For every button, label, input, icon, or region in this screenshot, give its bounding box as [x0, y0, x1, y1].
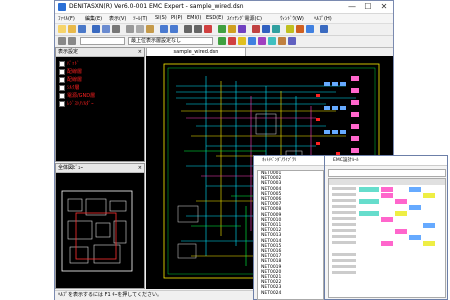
select-icon[interactable] — [58, 37, 66, 45]
net-icon[interactable] — [238, 25, 246, 33]
close-button[interactable]: ✕ — [377, 2, 391, 12]
overview-panel-close-button[interactable]: × — [138, 164, 142, 172]
refresh-icon[interactable] — [268, 37, 276, 45]
new-file-icon[interactable] — [58, 25, 66, 33]
layer-label: ｼﾙｸ層 — [67, 85, 80, 91]
overview-board-thumbnail — [61, 190, 133, 272]
rule-dialog: EMC設計ﾙｰﾙ — [324, 155, 448, 300]
layer-label: 配線層 — [67, 77, 83, 83]
layer-checkbox[interactable] — [59, 92, 65, 99]
layer-checkbox[interactable] — [59, 60, 65, 67]
paste-icon[interactable] — [146, 25, 154, 33]
layer-list: ﾊﾟｯﾄﾞ 配線層 配線層 ｼﾙｸ層 電源/GND層 ﾚｼﾞｽﾄ/ｿﾙﾀﾞｰ — [56, 57, 144, 161]
net-row[interactable]: NET0024 — [258, 291, 323, 296]
view3d-icon[interactable] — [258, 37, 266, 45]
menu-edit[interactable]: 編集(E) — [85, 15, 102, 22]
layer-item[interactable]: ﾚｼﾞｽﾄ/ｿﾙﾀﾞｰ — [59, 100, 94, 107]
highlight-icon[interactable] — [228, 25, 236, 33]
analysis-icon[interactable] — [272, 25, 280, 33]
layer-checkbox[interactable] — [59, 76, 65, 83]
menu-file[interactable]: ﾌｧｲﾙ(F) — [58, 15, 75, 22]
menu-si[interactable]: SI(S) — [155, 15, 167, 21]
open-folder-icon[interactable] — [68, 25, 76, 33]
layer-item[interactable]: 配線層 — [59, 68, 82, 75]
main-toolbar — [55, 24, 393, 36]
overview-panel: 全体図ﾋﾞｭｰ × — [55, 163, 145, 289]
menu-emi[interactable]: EMI(I) — [187, 15, 201, 21]
document-tab[interactable]: sample_wired.dsn — [146, 47, 246, 56]
menu-help[interactable]: ﾍﾙﾌﾟ(H) — [314, 15, 332, 22]
lock-icon[interactable] — [278, 37, 286, 45]
layer-item[interactable]: 電源/GND層 — [59, 92, 95, 99]
layer-checkbox[interactable] — [59, 68, 65, 75]
layer-panel: 表示設定 × ﾊﾟｯﾄﾞ 配線層 配線層 ｼﾙｸ層 電源/GND層 ﾚｼﾞｽﾄ/… — [55, 47, 145, 162]
color-icon[interactable] — [238, 37, 246, 45]
layer-label: 電源/GND層 — [67, 93, 96, 99]
window-title: DENITASXN(R) Ver6.0-001 EMC Expert - sam… — [69, 3, 244, 10]
layer-up-icon[interactable] — [218, 37, 226, 45]
measure-icon[interactable] — [218, 25, 226, 33]
layer-item[interactable]: ﾊﾟｯﾄﾞ — [59, 60, 80, 67]
undo-icon[interactable] — [160, 25, 168, 33]
report-icon[interactable] — [262, 25, 270, 33]
rule-table[interactable] — [328, 178, 446, 298]
copy-icon[interactable] — [136, 25, 144, 33]
help-icon[interactable] — [320, 25, 328, 33]
menu-bar: ﾌｧｲﾙ(F) 編集(E) 表示(V) ﾂｰﾙ(T) SI(S) PI(P) E… — [55, 14, 393, 24]
print-icon[interactable] — [92, 25, 100, 33]
overview-panel-header: 全体図ﾋﾞｭｰ × — [56, 164, 144, 173]
layer-item[interactable]: 配線層 — [59, 76, 82, 83]
top-layer-dropdown[interactable]: 最上位表示層設定なし — [128, 37, 213, 45]
menu-tools[interactable]: ﾂｰﾙ(T) — [133, 15, 147, 22]
layer-checkbox[interactable] — [59, 84, 65, 91]
title-bar[interactable]: DENITASXN(R) Ver6.0-001 EMC Expert - sam… — [55, 1, 393, 14]
net-tree[interactable]: NET0001 NET0002 NET0003 NET0004 NET0005 … — [257, 170, 324, 300]
minimize-button[interactable]: — — [345, 2, 359, 12]
overview-canvas[interactable] — [56, 173, 144, 288]
layer-down-icon[interactable] — [228, 37, 236, 45]
grid-icon[interactable] — [112, 25, 120, 33]
app-icon — [58, 3, 66, 11]
layer-panel-title: 表示設定 — [58, 49, 79, 55]
layout-icon[interactable] — [102, 25, 110, 33]
menu-esd[interactable]: ESD(E) — [206, 15, 223, 21]
layer-dropdown[interactable] — [80, 37, 125, 45]
layer-label: ﾊﾟｯﾄﾞ — [67, 61, 80, 67]
menu-pi[interactable]: PI(P) — [171, 15, 182, 21]
rule-dialog-title[interactable]: EMC設計ﾙｰﾙ — [325, 156, 447, 166]
layer-item[interactable]: ｼﾙｸ層 — [59, 84, 80, 91]
layer-label: ﾚｼﾞｽﾄ/ｿﾙﾀﾞｰ — [67, 101, 94, 107]
cut-icon[interactable] — [126, 25, 134, 33]
zoom-in-icon[interactable] — [184, 25, 192, 33]
rule-table-cells — [329, 179, 445, 274]
menu-switching-power[interactable]: ｽｲｯﾁﾝｸﾞ電源(C) — [227, 15, 262, 22]
pan-icon[interactable] — [68, 37, 76, 45]
menu-window[interactable]: ｳｨﾝﾄﾞｳ(W) — [280, 15, 304, 22]
warning-icon[interactable] — [296, 25, 304, 33]
zoom-out-icon[interactable] — [194, 25, 202, 33]
layer-panel-header: 表示設定 × — [56, 48, 144, 57]
rule-filter-field[interactable] — [328, 169, 446, 177]
info-icon[interactable] — [288, 37, 296, 45]
maximize-button[interactable]: ☐ — [361, 2, 375, 12]
rule-icon[interactable] — [286, 25, 294, 33]
menu-view[interactable]: 表示(V) — [109, 15, 126, 22]
settings-icon[interactable] — [306, 25, 314, 33]
filter-icon[interactable] — [248, 37, 256, 45]
layer-panel-close-button[interactable]: × — [138, 48, 142, 56]
overview-panel-title: 全体図ﾋﾞｭｰ — [58, 165, 84, 171]
zoom-fit-icon[interactable] — [204, 25, 212, 33]
save-icon[interactable] — [78, 25, 86, 33]
redo-icon[interactable] — [170, 25, 178, 33]
layer-checkbox[interactable] — [59, 100, 65, 107]
layer-label: 配線層 — [67, 69, 83, 75]
check-icon[interactable] — [252, 25, 260, 33]
